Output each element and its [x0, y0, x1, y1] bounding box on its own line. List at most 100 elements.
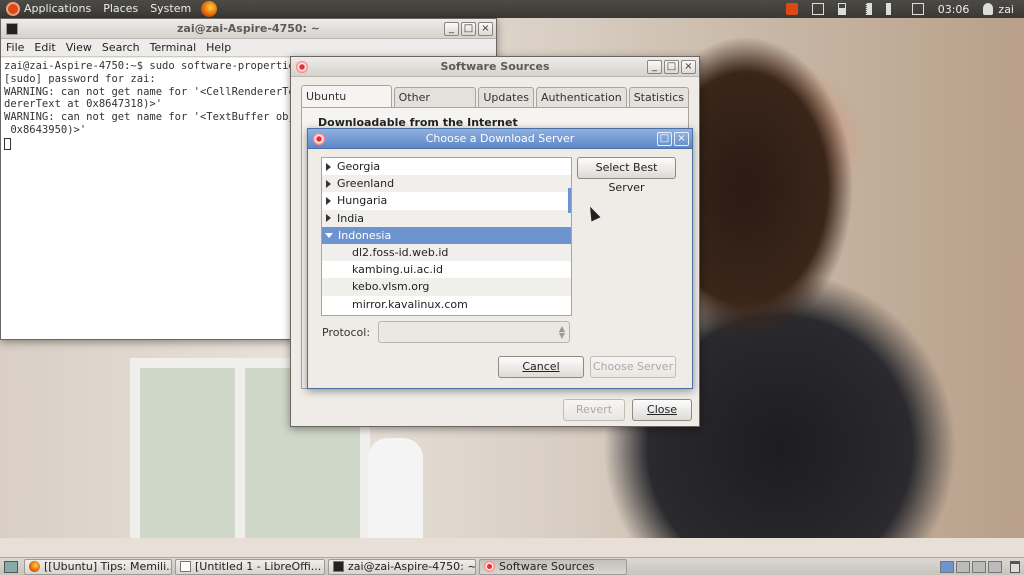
menu-view[interactable]: View [61, 41, 97, 54]
terminal-cursor [4, 137, 11, 150]
select-best-server-button[interactable]: Select Best Server [577, 157, 676, 194]
workspace-4[interactable] [988, 560, 1002, 573]
taskbar-item-firefox[interactable]: [[Ubuntu] Tips: Memili... [24, 558, 172, 575]
maximize-button[interactable]: □ [657, 131, 672, 146]
software-sources-titlebar[interactable]: Software Sources _ □ × [291, 57, 699, 77]
volume-icon[interactable] [885, 3, 898, 15]
taskbar-item-libreoffice[interactable]: [Untitled 1 - LibreOffi... [175, 558, 325, 575]
country-label: Indonesia [338, 228, 392, 242]
list-item-hungaria[interactable]: Hungaria [322, 192, 571, 209]
user-icon [983, 3, 994, 15]
choose-server-titlebar[interactable]: Choose a Download Server □ × [308, 129, 692, 149]
user-menu[interactable]: zai [983, 3, 1014, 16]
maximize-button[interactable]: □ [664, 59, 679, 74]
cancel-button-label: Cancel [522, 360, 560, 373]
country-label: Hungaria [337, 194, 388, 208]
network-icon[interactable] [859, 3, 872, 15]
applications-menu[interactable]: Applications [0, 0, 97, 18]
terminal-title: zai@zai-Aspire-4750: ~ [177, 22, 320, 35]
list-scrollbar[interactable] [568, 188, 571, 213]
expander-collapsed-icon[interactable] [326, 214, 331, 223]
tab-other-software[interactable]: Other Software [393, 87, 477, 123]
choose-server-title: Choose a Download Server [425, 132, 575, 145]
firefox-icon [29, 561, 40, 572]
clock[interactable]: 03:06 [938, 3, 970, 16]
close-dialog-button[interactable]: Close [632, 399, 692, 421]
list-item-mirror[interactable]: kebo.vlsm.org [322, 278, 571, 296]
taskbar-item-label: [Untitled 1 - LibreOffi... [195, 560, 322, 573]
taskbar-item-software-sources[interactable]: Software Sources [479, 558, 627, 575]
tab-updates[interactable]: Updates [478, 87, 534, 107]
list-item-indonesia[interactable]: Indonesia [322, 226, 571, 244]
maximize-button[interactable]: □ [461, 21, 476, 36]
close-button[interactable]: × [674, 131, 689, 146]
country-label: India [337, 211, 364, 225]
expander-collapsed-icon[interactable] [326, 196, 331, 205]
system-tray: 03:06 zai [785, 3, 1024, 16]
chevron-updown-icon: ▲ ▼ [558, 324, 565, 340]
ubuntu-logo-icon [6, 2, 20, 16]
taskbar-item-label: [[Ubuntu] Tips: Memili... [44, 560, 172, 573]
tab-statistics[interactable]: Statistics [628, 87, 689, 107]
list-item-mirror[interactable]: mirror.kavalinux.com [322, 296, 571, 313]
server-tree-list[interactable]: Georgia Greenland Hungaria India Indones… [321, 157, 572, 316]
menu-help[interactable]: Help [201, 41, 236, 54]
menu-edit[interactable]: Edit [29, 41, 60, 54]
expander-expanded-icon[interactable] [325, 232, 333, 238]
menu-terminal[interactable]: Terminal [145, 41, 202, 54]
close-button[interactable]: × [478, 21, 493, 36]
software-sources-icon [484, 561, 495, 572]
wallpaper-bottle-art [368, 438, 423, 548]
terminal-app-icon[interactable] [6, 22, 18, 35]
workspace-3[interactable] [972, 560, 986, 573]
trash-icon[interactable] [1010, 560, 1020, 573]
mirror-label: dl2.foss-id.web.id [352, 246, 449, 260]
places-menu[interactable]: Places [97, 0, 144, 18]
top-panel: Applications Places System 03:06 zai [0, 0, 1024, 18]
software-sources-app-icon[interactable] [296, 60, 308, 73]
menu-search[interactable]: Search [97, 41, 145, 54]
system-menu[interactable]: System [144, 0, 197, 18]
firefox-launcher-icon[interactable] [201, 1, 218, 17]
notes-icon[interactable] [811, 3, 824, 15]
list-item-india[interactable]: India [322, 209, 571, 227]
minimize-button[interactable]: _ [647, 59, 662, 74]
taskbar-item-terminal[interactable]: zai@zai-Aspire-4750: ~ [328, 558, 476, 575]
close-button-label: Close [647, 403, 677, 416]
revert-button[interactable]: Revert [563, 399, 625, 421]
expander-collapsed-icon[interactable] [326, 179, 331, 188]
applications-menu-label: Applications [24, 2, 92, 15]
protocol-label: Protocol: [322, 326, 371, 339]
terminal-menubar: File Edit View Search Terminal Help [1, 39, 496, 57]
tab-ubuntu-software[interactable]: Ubuntu Software [301, 85, 392, 124]
list-item-greenland[interactable]: Greenland [322, 175, 571, 193]
battery-icon[interactable] [837, 3, 846, 15]
choose-server-button[interactable]: Choose Server [590, 356, 676, 378]
tab-authentication[interactable]: Authentication [535, 87, 627, 107]
bottom-panel: [[Ubuntu] Tips: Memili... [Untitled 1 - … [0, 557, 1024, 575]
taskbar-item-label: zai@zai-Aspire-4750: ~ [348, 560, 476, 573]
ubuntu-one-icon[interactable] [785, 3, 798, 15]
document-icon [180, 561, 191, 572]
protocol-select[interactable]: ▲ ▼ [378, 321, 570, 343]
terminal-icon [333, 561, 344, 572]
list-item-mirror[interactable]: dl2.foss-id.web.id [322, 243, 571, 262]
mail-icon[interactable] [911, 3, 924, 15]
show-desktop-icon[interactable] [4, 560, 18, 573]
list-item-mirror[interactable]: kambing.ui.ac.id [322, 261, 571, 278]
cancel-button[interactable]: Cancel [498, 356, 584, 378]
menu-file[interactable]: File [1, 41, 29, 54]
tab-bar: Ubuntu Software Other Software Updates A… [301, 85, 689, 124]
workspace-2[interactable] [956, 560, 970, 573]
minimize-button[interactable]: _ [444, 21, 459, 36]
mirror-label: mirror.kavalinux.com [352, 297, 468, 311]
close-button[interactable]: × [681, 59, 696, 74]
list-item-georgia[interactable]: Georgia [322, 158, 571, 175]
expander-collapsed-icon[interactable] [326, 162, 331, 171]
workspace-1[interactable] [940, 560, 954, 573]
country-label: Georgia [337, 160, 381, 174]
software-sources-title: Software Sources [440, 60, 550, 73]
choose-server-app-icon[interactable] [313, 132, 325, 145]
taskbar-item-label: Software Sources [499, 560, 595, 573]
terminal-titlebar[interactable]: zai@zai-Aspire-4750: ~ _ □ × [1, 19, 496, 39]
